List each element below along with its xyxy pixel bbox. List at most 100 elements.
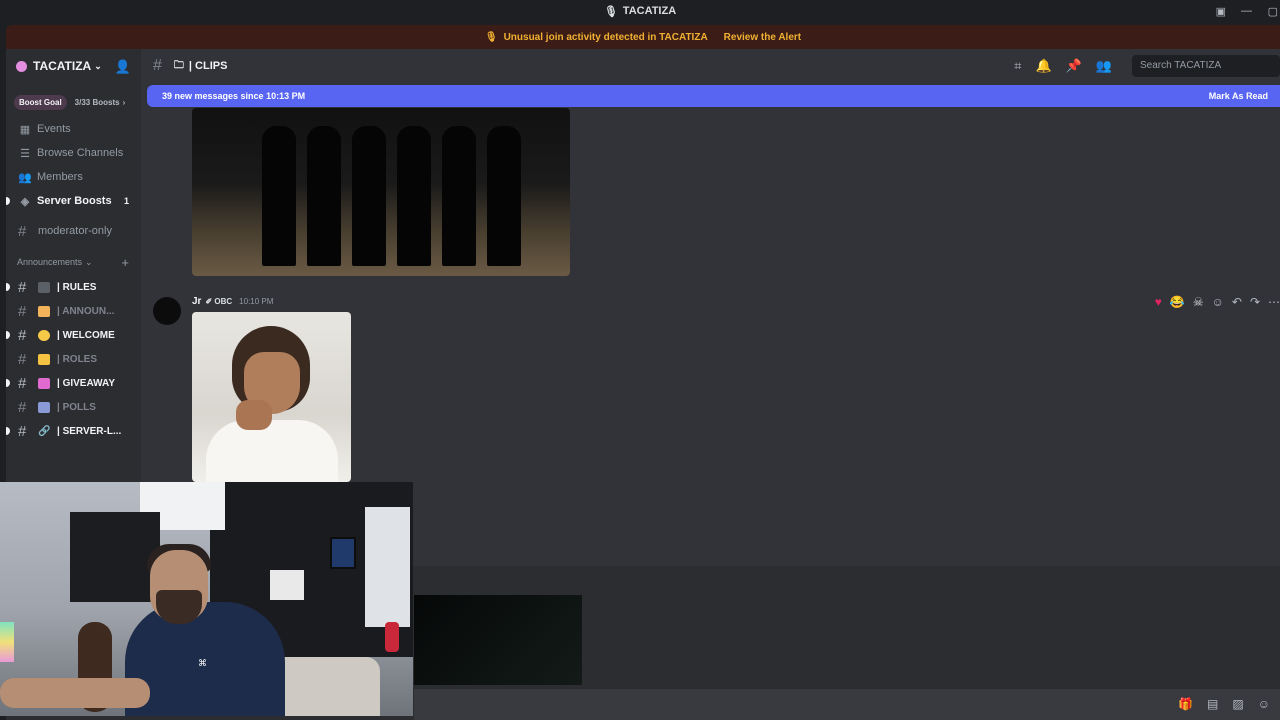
webcam-window: [365, 507, 410, 627]
raid-alert-bar: 🎙 Unusual join activity detected in TACA…: [6, 25, 1280, 49]
forward-icon[interactable]: ↷: [1250, 295, 1260, 309]
image-attachment[interactable]: [192, 312, 351, 482]
sidebar-item-label: Members: [37, 171, 83, 183]
boost-icon: ◈: [20, 195, 30, 208]
reply-icon[interactable]: ↶: [1232, 295, 1242, 309]
webcam-object: [385, 622, 399, 652]
video-attachment[interactable]: [414, 595, 582, 685]
megaphone-emoji-icon: [38, 305, 50, 317]
channel-header: # 🗀 | CLIPS ⌗ 🔔 📌 👥 Search TACATIZA: [141, 49, 1280, 83]
chevron-down-icon: ⌄: [85, 256, 93, 267]
sidebar-item-label: Events: [37, 123, 71, 135]
photo-content: [487, 126, 521, 266]
sidebar-item-members[interactable]: 👥 Members: [6, 165, 141, 189]
channel-rules[interactable]: # | RULES: [6, 275, 141, 299]
avatar[interactable]: [153, 297, 181, 325]
hashtag-icon: #: [18, 302, 27, 320]
new-messages-bar[interactable]: 39 new messages since 10:13 PM Mark As R…: [147, 85, 1280, 107]
webcam-wall-sign: [270, 570, 304, 600]
pin-icon[interactable]: 📌: [1066, 58, 1082, 74]
minimize-button[interactable]: —: [1241, 0, 1252, 22]
skull-reaction-icon[interactable]: ☠: [1193, 295, 1204, 309]
author-name[interactable]: Jr: [192, 296, 201, 307]
hashtag-icon: #: [18, 326, 27, 344]
message-header: Jr ✐ OBC 10:10 PM: [192, 296, 273, 307]
alert-icon: 🎙: [484, 31, 498, 43]
channel-giveaway[interactable]: # | GIVEAWAY: [6, 371, 141, 395]
message-item: Jr ✐ OBC 10:10 PM ♥ 😂 ☠ ☺ ↶ ↷ ⋯: [141, 291, 1280, 491]
unread-indicator: [6, 283, 10, 291]
composer-tools: 🎁 ▤ ▨ ☺: [1178, 697, 1270, 711]
channel-announcements[interactable]: # | ANNOUN...: [6, 299, 141, 323]
server-name: TACATIZA: [33, 59, 92, 73]
more-icon[interactable]: ⋯: [1268, 295, 1280, 309]
photo-content: [352, 126, 386, 266]
shirt-logo-icon: ⌘: [198, 658, 207, 668]
chevron-right-icon: ›: [122, 97, 126, 107]
gift-icon[interactable]: 🎁: [1178, 697, 1193, 711]
header-toolbar: ⌗ 🔔 📌 👥 Search TACATIZA: [1014, 49, 1280, 83]
hashtag-icon: #: [18, 278, 27, 296]
sidebar-item-label: Server Boosts: [37, 195, 112, 207]
laugh-reaction-icon[interactable]: 😂: [1170, 295, 1185, 309]
review-alert-link[interactable]: Review the Alert: [724, 32, 801, 43]
webcam-lamp: [0, 622, 14, 662]
channel-roles[interactable]: # | ROLES: [6, 347, 141, 371]
timestamp: 10:10 PM: [239, 297, 274, 306]
channel-welcome[interactable]: # | WELCOME: [6, 323, 141, 347]
channel-server-links[interactable]: # 🔗 | SERVER-L...: [6, 419, 141, 443]
webcam-picture-frame: [330, 537, 356, 569]
channel-moderator-only[interactable]: # moderator-only: [6, 219, 141, 243]
message-actions: ♥ 😂 ☠ ☺ ↶ ↷ ⋯: [1155, 293, 1280, 311]
sidebar-item-events[interactable]: ▦ Events: [6, 117, 141, 141]
channel-polls[interactable]: # | POLLS: [6, 395, 141, 419]
party-emoji-icon: [38, 377, 50, 389]
webcam-overlay: ⌘: [0, 482, 413, 716]
search-input[interactable]: Search TACATIZA: [1132, 55, 1280, 77]
server-logo-icon: 🎙: [603, 5, 618, 18]
members-icon: 👥: [18, 171, 32, 184]
hashtag-icon: #: [18, 374, 27, 392]
sticker-icon[interactable]: ▨: [1232, 697, 1243, 711]
image-attachment[interactable]: [192, 108, 570, 276]
unread-indicator: [6, 427, 10, 435]
invite-people-icon[interactable]: 👤: [115, 59, 131, 75]
add-channel-icon[interactable]: +: [121, 255, 129, 270]
sidebar-item-server-boosts[interactable]: ◈ Server Boosts 1: [6, 189, 141, 213]
gif-icon[interactable]: ▤: [1207, 697, 1218, 711]
folder-emoji-icon: 🗀: [173, 59, 184, 71]
unread-indicator: [6, 197, 10, 205]
threads-icon[interactable]: ⌗: [1014, 58, 1021, 74]
clipboard-emoji-icon: [38, 281, 50, 293]
server-tag: ✐ OBC: [205, 297, 233, 306]
inbox-icon[interactable]: ▣: [1216, 0, 1226, 22]
window-title: 🎙 TACATIZA: [603, 5, 677, 18]
heart-reaction-icon[interactable]: ♥: [1155, 295, 1162, 309]
category-announcements[interactable]: Announcements ⌄ +: [6, 249, 141, 275]
member-list-icon[interactable]: 👥: [1096, 58, 1112, 74]
message-composer[interactable]: 🎁 ▤ ▨ ☺: [414, 689, 1280, 720]
server-header[interactable]: TACATIZA ⌄ 👤: [6, 49, 141, 83]
sidebar-item-label: Browse Channels: [37, 147, 124, 159]
sidebar-item-browse-channels[interactable]: ☰ Browse Channels: [6, 141, 141, 165]
webcam-couch: [270, 657, 380, 716]
boost-goal[interactable]: Boost Goal 3/33 Boosts ›: [14, 93, 133, 111]
emoji-picker-icon[interactable]: ☺: [1258, 697, 1270, 711]
hashtag-icon: #: [18, 350, 27, 368]
new-messages-text: 39 new messages since 10:13 PM: [162, 91, 306, 101]
photo-content: [442, 126, 476, 266]
channel-title: 🗀 | CLIPS: [174, 58, 228, 75]
add-reaction-icon[interactable]: ☺: [1212, 295, 1224, 309]
folder-emoji-icon: [38, 353, 50, 365]
notification-bell-icon[interactable]: 🔔: [1035, 58, 1051, 74]
maximize-button[interactable]: ▢: [1268, 0, 1278, 22]
server-icon: [16, 60, 27, 72]
hashtag-icon: #: [18, 398, 27, 416]
hashtag-icon: #: [18, 422, 27, 440]
hashtag-icon: #: [18, 222, 27, 240]
webcam-monitor: [70, 512, 160, 602]
mark-as-read-button[interactable]: Mark As Read: [1209, 91, 1268, 101]
chart-emoji-icon: [38, 401, 50, 413]
browse-channels-icon: ☰: [20, 147, 30, 160]
alert-message: 🎙 Unusual join activity detected in TACA…: [484, 31, 708, 43]
